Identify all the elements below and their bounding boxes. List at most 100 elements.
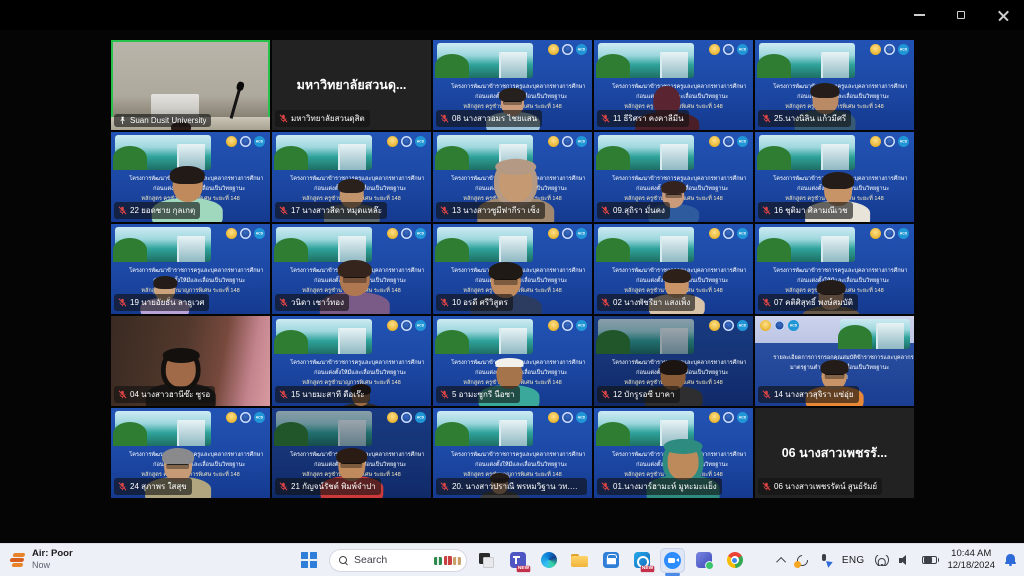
mic-off-icon xyxy=(601,390,610,399)
participant-tile[interactable]: HCDโครงการพัฒนาข้าราชการครูและบุคลากรทาง… xyxy=(594,40,753,130)
emblem-badge-icon xyxy=(226,412,237,423)
glasses xyxy=(343,277,367,282)
task-view-taskbar-button[interactable] xyxy=(474,548,499,573)
university-seal-icon xyxy=(562,136,573,147)
restore-button[interactable] xyxy=(940,0,982,30)
zoom-taskbar-button[interactable] xyxy=(660,548,685,573)
close-button[interactable] xyxy=(982,0,1024,30)
task-view-icon xyxy=(479,553,494,568)
store-taskbar-button[interactable] xyxy=(598,548,623,573)
mic-off-icon xyxy=(440,482,449,491)
participant-name: 21 กัญจน์รัชต์ พิมพ์จำปา xyxy=(291,480,376,493)
search-input[interactable]: Search xyxy=(329,549,467,572)
participant-name-label: 10 อรดี ศรีวิสูตร xyxy=(436,294,513,311)
university-seal-icon xyxy=(240,136,251,147)
participant-tile[interactable]: HCDโครงการพัฒนาข้าราชการครูและบุคลากรทาง… xyxy=(433,40,592,130)
edge-taskbar-button[interactable] xyxy=(536,548,561,573)
volume-button[interactable] xyxy=(899,555,912,566)
air-quality-icon xyxy=(10,553,25,567)
holiday-gifts-icon xyxy=(434,556,461,565)
university-seal-icon xyxy=(401,320,412,331)
chrome-taskbar-button[interactable] xyxy=(722,548,747,573)
participant-tile[interactable]: HCDโครงการพัฒนาข้าราชการครูและบุคลากรทาง… xyxy=(433,224,592,314)
clock[interactable]: 10:44 AM 12/18/2024 xyxy=(947,548,995,572)
background-badges: HCD xyxy=(387,320,426,331)
participant-name: 10 อรดี ศรีวิสูตร xyxy=(452,296,508,309)
participant-name-label: 20. นางสาวปราณี พรหมวิฐาน วท.ปัตตานี xyxy=(436,478,587,495)
participant-name: 14 นางสาวสุจิรา แซ่อุ่ย xyxy=(774,388,854,401)
participant-tile[interactable]: Suan Dusit University xyxy=(111,40,270,130)
emblem-badge-icon xyxy=(709,320,720,331)
participant-tile[interactable]: HCDโครงการพัฒนาข้าราชการครูและบุคลากรทาง… xyxy=(272,132,431,222)
participant-tile[interactable]: HCDโครงการพัฒนาข้าราชการครูและบุคลากรทาง… xyxy=(272,224,431,314)
battery-button[interactable] xyxy=(922,556,937,565)
participant-name-label: 24 สุภาพร ใสสุข xyxy=(114,478,192,495)
participant-tile[interactable]: HCDโครงการพัฒนาข้าราชการครูและบุคลากรทาง… xyxy=(433,408,592,498)
hcd-badge-icon: HCD xyxy=(737,320,748,331)
participant-tile[interactable]: HCDโครงการพัฒนาข้าราชการครูและบุคลากรทาง… xyxy=(594,316,753,406)
participant-tile[interactable]: HCDโครงการพัฒนาข้าราชการครูและบุคลากรทาง… xyxy=(755,40,914,130)
sync-icon xyxy=(796,554,809,567)
minimize-button[interactable] xyxy=(898,0,940,30)
participant-name: 16 ชุติมา ศิลามณีเวช xyxy=(774,204,848,217)
participant-tile[interactable]: HCDโครงการพัฒนาข้าราชการครูและบุคลากรทาง… xyxy=(272,316,431,406)
participant-tile[interactable]: 04 นางสาวฮานีซ๊ะ ซูรอ xyxy=(111,316,270,406)
participant-name: 19 นายอัยธั่น ลาธูเวศ xyxy=(130,296,204,309)
participant-grid: Suan Dusit Universityมหาวิทยาลัยสวนดุ...… xyxy=(111,40,914,498)
search-placeholder: Search xyxy=(354,554,428,566)
background-badges: HCD xyxy=(709,44,748,55)
outlook-taskbar-button[interactable]: NEW xyxy=(629,548,654,573)
emblem-badge-icon xyxy=(387,320,398,331)
participant-tile[interactable]: มหาวิทยาลัยสวนดุ...มหาวิทยาลัยสวนดุสิต xyxy=(272,40,431,130)
start-button[interactable] xyxy=(296,547,322,573)
participant-tile[interactable]: HCDโครงการพัฒนาข้าราชการครูและบุคลากรทาง… xyxy=(272,408,431,498)
participant-tile[interactable]: 06 นางสาวเพชรรั...06 นางสาวเพชรรัตน์ สูน… xyxy=(755,408,914,498)
background-badges: HCD xyxy=(387,136,426,147)
participant-tile[interactable]: HCDโครงการพัฒนาข้าราชการครูและบุคลากรทาง… xyxy=(433,132,592,222)
weather-widget[interactable]: Air: Poor Now xyxy=(10,549,73,570)
background-badges: HCD xyxy=(226,228,265,239)
participant-tile[interactable]: HCDโครงการพัฒนาข้าราชการครูและบุคลากรทาง… xyxy=(755,132,914,222)
remote-desktop-taskbar-button[interactable] xyxy=(691,548,716,573)
participant-tile[interactable]: HCDโครงการพัฒนาข้าราชการครูและบุคลากรทาง… xyxy=(111,408,270,498)
participant-name: 09.สุถิรา มั่นคง xyxy=(613,204,665,217)
network-button[interactable] xyxy=(874,555,889,566)
campus-building-image xyxy=(115,227,211,262)
tray-overflow-button[interactable] xyxy=(779,557,786,564)
hcd-badge-icon: HCD xyxy=(898,136,909,147)
participant-tile[interactable]: HCDโครงการพัฒนาข้าราชการครูและบุคลากรทาง… xyxy=(111,132,270,222)
sync-status-button[interactable] xyxy=(796,554,809,567)
mic-off-icon xyxy=(440,298,449,307)
participant-tile[interactable]: HCDโครงการพัฒนาข้าราชการครูและบุคลากรทาง… xyxy=(594,224,753,314)
hcd-badge-icon: HCD xyxy=(254,228,265,239)
participant-tile[interactable]: HCDโครงการพัฒนาข้าราชการครูและบุคลากรทาง… xyxy=(755,224,914,314)
emblem-badge-icon xyxy=(548,228,559,239)
hcd-badge-icon: HCD xyxy=(576,412,587,423)
language-indicator[interactable]: ENG xyxy=(842,555,865,566)
mic-off-icon xyxy=(762,206,771,215)
chevron-up-icon xyxy=(776,556,786,566)
window-titlebar xyxy=(0,0,1024,30)
mic-off-icon xyxy=(601,482,610,491)
participant-tile[interactable]: HCD โครงการพัฒนาข้าราชการครูและบุคลากรทาง… xyxy=(111,224,270,314)
participant-tile[interactable]: HCDโครงการพัฒนาข้าราชการครูและบุคลากรทาง… xyxy=(594,408,753,498)
mic-off-icon xyxy=(762,390,771,399)
university-seal-icon xyxy=(401,136,412,147)
participant-tile[interactable]: HCDรายละเอียดการการกรอกคุณสมบัติข้าราชกา… xyxy=(755,316,914,406)
notifications-button[interactable] xyxy=(1005,554,1016,566)
participant-tile[interactable]: HCDโครงการพัฒนาข้าราชการครูและบุคลากรทาง… xyxy=(433,316,592,406)
hcd-badge-icon: HCD xyxy=(576,136,587,147)
file-explorer-taskbar-button[interactable] xyxy=(567,548,592,573)
emblem-badge-icon xyxy=(226,228,237,239)
background-text-line: ก่อนแต่งตั้งให้มีและเลื่อนเป็นวิทยฐานะ xyxy=(451,461,573,469)
mic-location-button[interactable] xyxy=(819,554,832,567)
background-text: โครงการพัฒนาข้าราชการครูและบุคลากรทางการ… xyxy=(114,267,267,297)
mic-off-icon xyxy=(762,298,771,307)
university-seal-icon xyxy=(401,228,412,239)
participant-name: 25.นางนิลิน แก้วมีศรี xyxy=(774,112,846,125)
participant-name-label: 22 ยอดชาย กุลเกตุ xyxy=(114,202,200,219)
mic-off-icon xyxy=(118,298,127,307)
participant-tile[interactable]: HCDโครงการพัฒนาข้าราชการครูและบุคลากรทาง… xyxy=(594,132,753,222)
new-badge: NEW xyxy=(641,565,655,571)
teams-taskbar-button[interactable]: NEW xyxy=(505,548,530,573)
